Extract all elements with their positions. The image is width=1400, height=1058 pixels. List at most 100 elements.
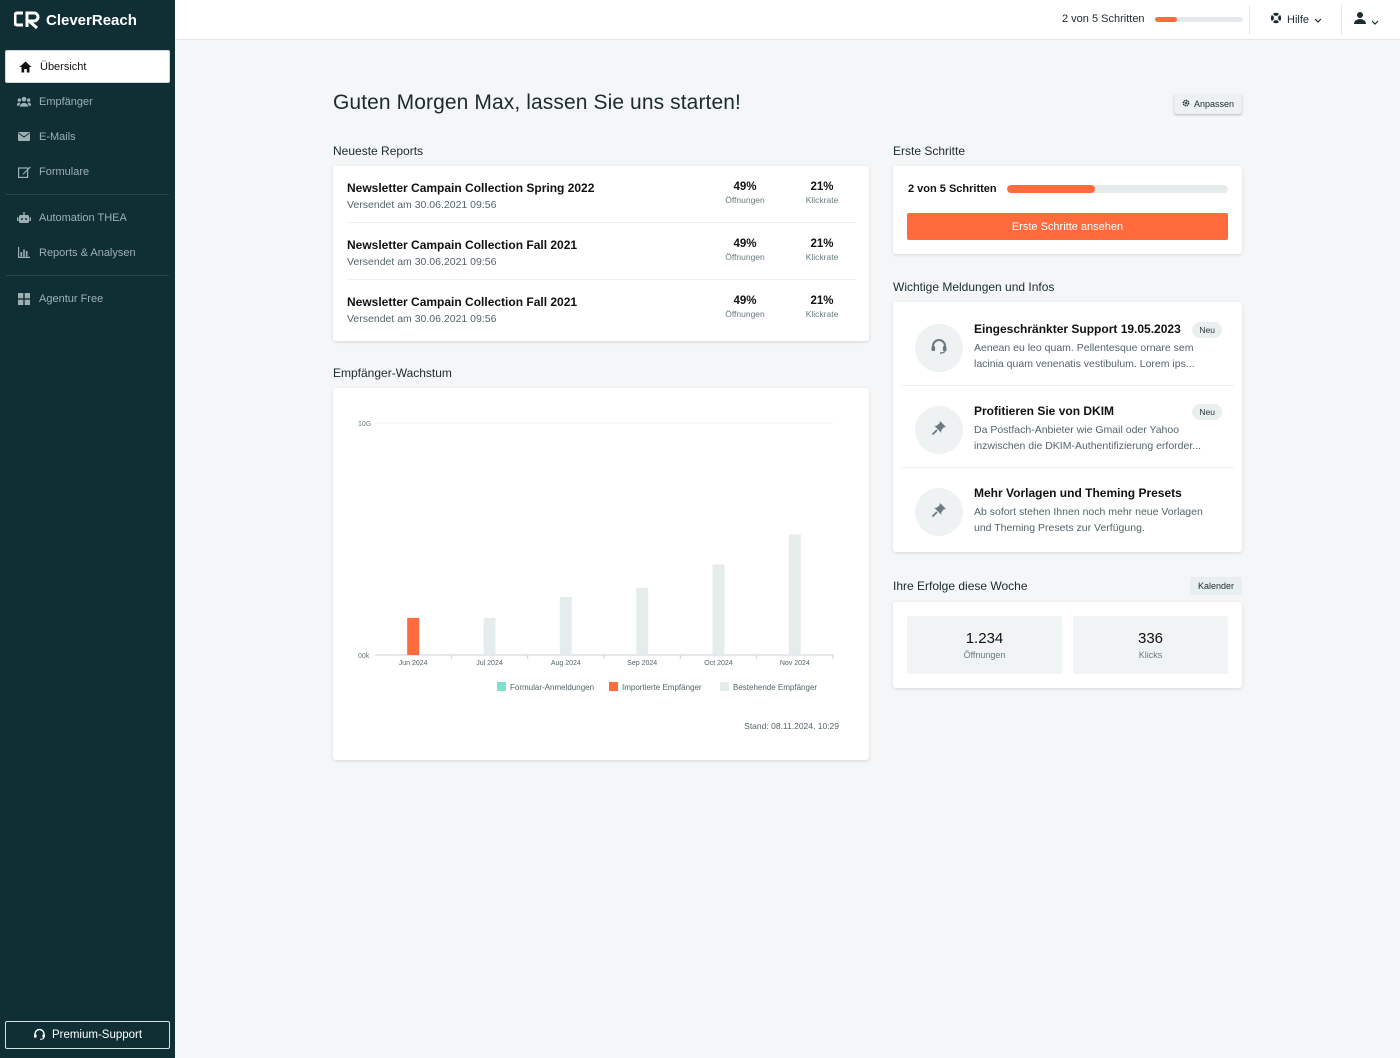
chart-x-tick-label: Jun 2024: [399, 660, 428, 667]
news-text: Ab sofort stehen Ihnen noch mehr neue Vo…: [974, 506, 1203, 534]
report-row[interactable]: Newsletter Campain Collection Fall 2021 …: [333, 223, 869, 280]
click-rate-value: 21%: [810, 238, 834, 250]
first-steps-progress-bar: [1007, 185, 1228, 193]
calendar-button[interactable]: Kalender: [1190, 577, 1242, 595]
sidebar-item-label: Agentur Free: [39, 292, 104, 305]
user-menu[interactable]: [1353, 11, 1379, 30]
open-rate-label: Öffnungen: [725, 195, 765, 205]
chart-x-tick-label: Sep 2024: [627, 660, 657, 667]
news-text: Aenean eu leo quam. Pellentesque ornare …: [974, 342, 1195, 370]
open-rate-value: 49%: [733, 238, 757, 250]
news-title: Profitieren Sie von DKIM: [974, 404, 1115, 418]
sidebar-item-empfaenger[interactable]: Empfänger: [5, 85, 170, 118]
open-rate-label: Öffnungen: [725, 252, 765, 262]
chart-y-tick-label: 10G: [358, 421, 371, 428]
chart-bar: [483, 617, 496, 655]
chart-legend-label: Formular-Anmeldungen: [510, 683, 594, 692]
news-item[interactable]: Mehr Vorlagen und Theming Presets Ab sof…: [893, 468, 1242, 550]
open-rate-value: 49%: [733, 295, 757, 307]
brand-name: CleverReach: [46, 11, 137, 29]
stat-label: Öffnungen: [963, 650, 1006, 660]
growth-section-title: Empfänger-Wachstum: [333, 366, 452, 380]
chart-legend-label: Importierte Empfänger: [622, 683, 702, 692]
report-name: Newsletter Campain Collection Fall 2021: [347, 295, 578, 309]
chart-legend-swatch: [497, 682, 506, 691]
sidebar: CleverReach Übersicht Empfänger E-Mails …: [0, 0, 175, 1058]
lifebuoy-icon: [1270, 12, 1282, 27]
click-rate-label: Klickrate: [805, 309, 839, 319]
nav-divider: [6, 275, 169, 276]
pin-icon: [931, 420, 947, 441]
topbar-progress-fill: [1154, 16, 1177, 22]
chart-bar: [407, 617, 420, 655]
report-date: Versendet am 30.06.2021 09:56: [347, 256, 497, 268]
sidebar-item-label: Übersicht: [40, 60, 87, 73]
chart-legend-swatch: [609, 682, 618, 691]
chart-bar: [559, 597, 572, 655]
topbar-steps[interactable]: 2 von 5 Schritten: [1062, 13, 1243, 25]
report-click-rate: 21% Klickrate: [792, 295, 852, 319]
gear-icon: [1182, 99, 1190, 109]
first-steps-card: 2 von 5 Schritten Erste Schritte ansehen: [893, 166, 1242, 254]
first-steps-button[interactable]: Erste Schritte ansehen: [907, 213, 1228, 240]
open-rate-value: 49%: [733, 181, 757, 193]
brand-logo[interactable]: CleverReach: [0, 0, 175, 40]
chart-x-tick-label: Jul 2024: [476, 660, 503, 667]
sidebar-item-automation[interactable]: Automation THEA: [5, 201, 170, 234]
news-item[interactable]: Profitieren Sie von DKIM Neu Da Postfach…: [893, 386, 1242, 468]
news-badge: Neu: [1192, 404, 1222, 420]
stat-label: Klicks: [1138, 650, 1163, 660]
premium-support-button[interactable]: Premium-Support: [5, 1021, 170, 1049]
sidebar-item-reports[interactable]: Reports & Analysen: [5, 236, 170, 269]
chart-legend-swatch: [720, 682, 729, 691]
click-rate-value: 21%: [810, 181, 834, 193]
topbar-steps-text: 2 von 5 Schritten: [1062, 13, 1145, 25]
news-icon-circle: [915, 406, 963, 454]
first-steps-progress-text: 2 von 5 Schritten: [908, 183, 997, 195]
chart-legend-label: Bestehende Empfänger: [733, 683, 817, 692]
chart-x-tick-label: Nov 2024: [780, 660, 810, 667]
stat-clicks: 336 Klicks: [1073, 616, 1228, 674]
home-icon: [18, 60, 32, 74]
news-text: Da Postfach-Anbieter wie Gmail oder Yaho…: [974, 424, 1202, 452]
chart-bar: [712, 564, 725, 655]
sidebar-item-emails[interactable]: E-Mails: [5, 120, 170, 153]
news-item[interactable]: Eingeschränkter Support 19.05.2023 Neu A…: [893, 304, 1242, 386]
report-open-rate: 49% Öffnungen: [715, 238, 775, 262]
chart-bar: [788, 534, 801, 655]
click-rate-label: Klickrate: [805, 252, 839, 262]
chart-x-tick-label: Aug 2024: [551, 660, 581, 667]
news-title: Mehr Vorlagen und Theming Presets: [974, 486, 1182, 500]
reports-card: Newsletter Campain Collection Spring 202…: [333, 166, 869, 341]
customize-button[interactable]: Anpassen: [1174, 94, 1242, 114]
topbar-divider: [1249, 5, 1250, 35]
premium-support-label: Premium-Support: [51, 1029, 143, 1041]
help-label: Hilfe: [1287, 13, 1310, 26]
success-section-title: Ihre Erfolge diese Woche: [893, 579, 1028, 593]
sidebar-item-uebersicht[interactable]: Übersicht: [5, 50, 170, 83]
report-name: Newsletter Campain Collection Spring 202…: [347, 181, 595, 195]
sidebar-item-formulare[interactable]: Formulare: [5, 155, 170, 188]
open-rate-label: Öffnungen: [725, 309, 765, 319]
growth-chart-card: 10G 00k Jun 2024 Jul 2024 Aug 2024 Sep 2024 Oc…: [333, 388, 869, 760]
sidebar-item-agentur[interactable]: Agentur Free: [5, 282, 170, 315]
page-title: Guten Morgen Max, lassen Sie uns starten…: [333, 91, 741, 114]
click-rate-label: Klickrate: [805, 195, 839, 205]
sidebar-item-label: Empfänger: [39, 95, 93, 108]
sidebar-item-label: Formulare: [39, 165, 90, 178]
grid-icon: [17, 292, 31, 306]
customize-label: Anpassen: [1193, 99, 1235, 109]
report-row[interactable]: Newsletter Campain Collection Fall 2021 …: [333, 280, 869, 337]
edit-icon: [17, 165, 31, 179]
first-steps-section-title: Erste Schritte: [893, 144, 966, 158]
report-row[interactable]: Newsletter Campain Collection Spring 202…: [333, 166, 869, 223]
reports-section-title: Neueste Reports: [333, 144, 424, 158]
help-menu[interactable]: Hilfe: [1270, 12, 1322, 27]
click-rate-value: 21%: [810, 295, 834, 307]
chart-bar: [636, 587, 649, 655]
topbar: 2 von 5 Schritten Hilfe: [175, 0, 1400, 40]
news-section-title: Wichtige Meldungen und Infos: [893, 280, 1055, 294]
report-open-rate: 49% Öffnungen: [715, 295, 775, 319]
pin-icon: [931, 502, 947, 523]
sidebar-item-label: Reports & Analysen: [39, 246, 136, 259]
